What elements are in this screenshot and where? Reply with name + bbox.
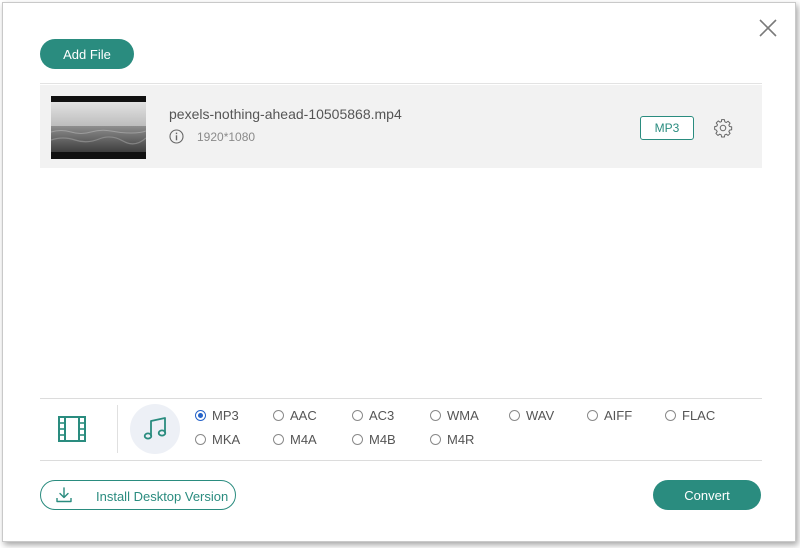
info-icon[interactable]	[169, 129, 184, 144]
radio-button[interactable]	[430, 434, 441, 445]
radio-button[interactable]	[665, 410, 676, 421]
divider	[40, 398, 762, 399]
close-icon	[759, 19, 777, 37]
format-label: FLAC	[682, 408, 716, 423]
output-format-badge[interactable]: MP3	[640, 116, 694, 140]
format-label: MP3	[212, 408, 239, 423]
divider	[40, 83, 762, 84]
video-thumbnail	[51, 96, 146, 159]
radio-button[interactable]	[352, 434, 363, 445]
format-label: M4A	[290, 432, 317, 447]
divider	[40, 460, 762, 461]
film-icon	[58, 416, 86, 442]
radio-button[interactable]	[430, 410, 441, 421]
format-option-m4b[interactable]: M4B	[352, 432, 396, 447]
close-button[interactable]	[757, 17, 779, 39]
format-option-m4r[interactable]: M4R	[430, 432, 474, 447]
format-option-wav[interactable]: WAV	[509, 408, 554, 423]
divider	[117, 405, 118, 453]
format-option-flac[interactable]: FLAC	[665, 408, 715, 423]
format-option-aac[interactable]: AAC	[273, 408, 317, 423]
file-row: pexels-nothing-ahead-10505868.mp4 1920*1…	[40, 85, 762, 168]
format-label: M4R	[447, 432, 475, 447]
format-label: M4B	[369, 432, 396, 447]
radio-button[interactable]	[352, 410, 363, 421]
file-name: pexels-nothing-ahead-10505868.mp4	[169, 106, 402, 122]
format-label: AAC	[290, 408, 317, 423]
radio-button[interactable]	[195, 434, 206, 445]
format-option-mka[interactable]: MKA	[195, 432, 240, 447]
file-resolution: 1920*1080	[197, 130, 256, 144]
radio-button[interactable]	[273, 410, 284, 421]
music-note-icon	[143, 417, 167, 440]
format-option-aiff[interactable]: AIFF	[587, 408, 632, 423]
radio-button[interactable]	[195, 410, 206, 421]
format-label: AIFF	[604, 408, 633, 423]
radio-button[interactable]	[273, 434, 284, 445]
radio-button[interactable]	[587, 410, 598, 421]
format-option-mp3[interactable]: MP3	[195, 408, 239, 423]
format-option-m4a[interactable]: M4A	[273, 432, 317, 447]
video-format-tab[interactable]	[56, 413, 88, 445]
format-option-wma[interactable]: WMA	[430, 408, 479, 423]
converter-dialog: Add File pexels-nothing-ahead-10505868.m…	[2, 2, 796, 542]
download-icon	[56, 487, 72, 503]
format-label: WAV	[526, 408, 555, 423]
install-label: Install Desktop Version	[96, 489, 229, 504]
install-desktop-button[interactable]: Install Desktop Version	[40, 480, 236, 510]
gear-icon[interactable]	[713, 118, 733, 138]
radio-button[interactable]	[509, 410, 520, 421]
format-option-ac3[interactable]: AC3	[352, 408, 394, 423]
format-label: MKA	[212, 432, 241, 447]
convert-button[interactable]: Convert	[653, 480, 761, 510]
format-label: WMA	[447, 408, 479, 423]
audio-format-tab[interactable]	[130, 404, 180, 454]
add-file-button[interactable]: Add File	[40, 39, 134, 69]
format-label: AC3	[369, 408, 395, 423]
